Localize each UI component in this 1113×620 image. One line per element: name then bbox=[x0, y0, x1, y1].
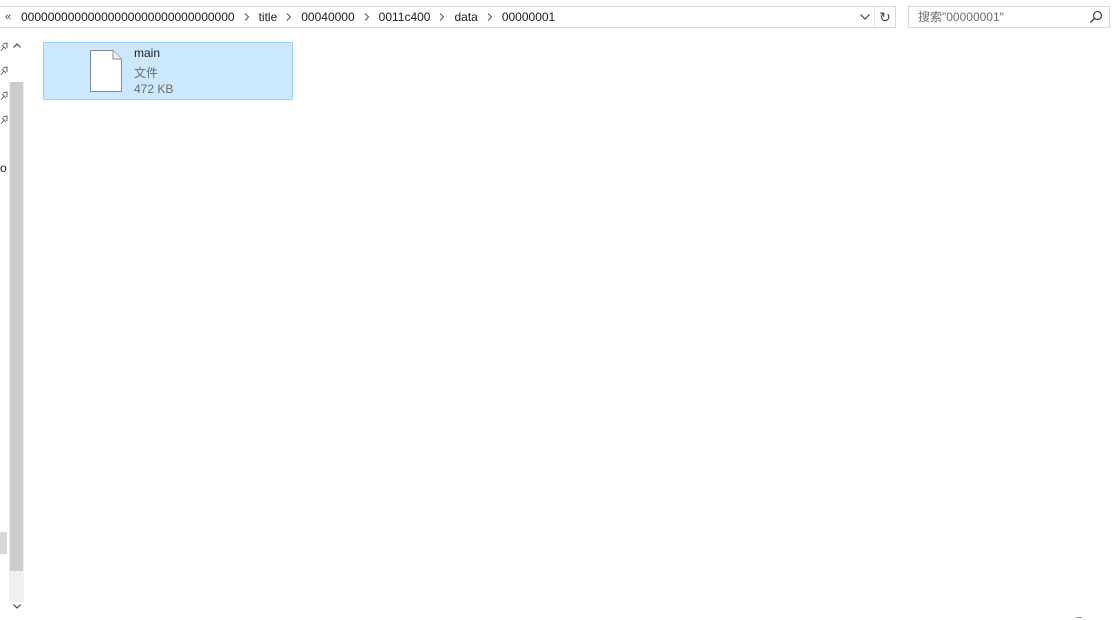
nav-selected-item[interactable] bbox=[0, 532, 7, 554]
file-size: 472 KB bbox=[134, 82, 174, 96]
navigation-scrollbar[interactable] bbox=[9, 34, 24, 618]
chevron-right-icon[interactable] bbox=[483, 13, 497, 21]
chevron-down-icon[interactable] bbox=[857, 7, 873, 27]
breadcrumb-item-00040000[interactable]: 00040000 bbox=[296, 7, 359, 27]
chevron-up-icon bbox=[12, 43, 21, 48]
chevron-right-icon[interactable] bbox=[240, 13, 254, 21]
pin-icon[interactable] bbox=[0, 66, 8, 76]
scrollbar-thumb[interactable] bbox=[10, 82, 23, 571]
file-type: 文件 bbox=[134, 66, 159, 80]
chevron-right-icon[interactable] bbox=[282, 13, 296, 21]
chevron-down-icon bbox=[12, 604, 21, 609]
refresh-button[interactable]: ↻ bbox=[874, 7, 895, 27]
file-item[interactable]: main 文件 472 KB bbox=[43, 42, 293, 100]
nav-item-label[interactable]: o bbox=[0, 161, 7, 175]
breadcrumb: « 00000000000000000000000000000000 title… bbox=[0, 7, 560, 27]
chevron-right-icon[interactable] bbox=[360, 13, 374, 21]
pin-icon[interactable] bbox=[0, 115, 8, 125]
search-icon[interactable] bbox=[1089, 10, 1103, 24]
breadcrumb-item-current[interactable]: 00000001 bbox=[497, 7, 560, 27]
address-bar[interactable]: « 00000000000000000000000000000000 title… bbox=[0, 6, 896, 28]
breadcrumb-item-data[interactable]: data bbox=[449, 7, 482, 27]
search-box[interactable] bbox=[908, 6, 1110, 28]
search-input[interactable] bbox=[909, 7, 1094, 27]
file-icon bbox=[90, 50, 122, 92]
file-name: main bbox=[134, 46, 161, 60]
breadcrumb-item-root[interactable]: 00000000000000000000000000000000 bbox=[16, 7, 240, 27]
breadcrumb-overflow-button[interactable]: « bbox=[0, 11, 16, 23]
resize-grip[interactable] bbox=[1076, 617, 1082, 618]
breadcrumb-item-0011c400[interactable]: 0011c400 bbox=[374, 7, 436, 27]
refresh-icon: ↻ bbox=[879, 8, 891, 25]
scroll-up-button[interactable] bbox=[9, 37, 24, 54]
scroll-down-button[interactable] bbox=[9, 598, 24, 615]
chevron-right-icon[interactable] bbox=[435, 13, 449, 21]
pin-icon[interactable] bbox=[0, 42, 8, 52]
breadcrumb-item-title[interactable]: title bbox=[254, 7, 283, 27]
pin-icon[interactable] bbox=[0, 91, 8, 101]
